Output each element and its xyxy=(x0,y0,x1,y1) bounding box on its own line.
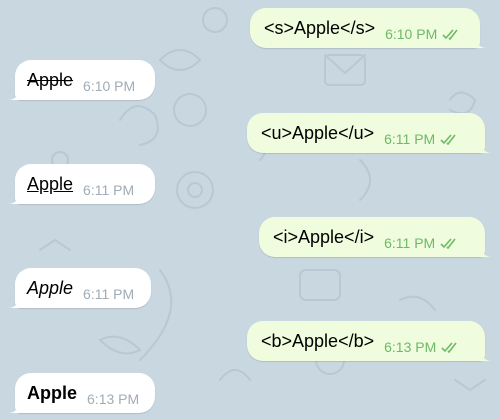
message-text: <u>Apple</u> xyxy=(261,122,375,143)
message-time: 6:11 PM xyxy=(83,182,135,198)
message-incoming[interactable]: Apple 6:11 PM xyxy=(8,268,151,308)
message-bubble[interactable]: <u>Apple</u> 6:11 PM xyxy=(247,113,492,153)
bubble-tail xyxy=(8,401,20,413)
message-time: 6:13 PM xyxy=(384,339,437,355)
double-check-icon xyxy=(440,133,456,145)
message-bubble[interactable]: <b>Apple</b> 6:13 PM xyxy=(247,321,492,361)
bubble-tail xyxy=(480,141,492,153)
double-check-icon xyxy=(442,28,458,40)
message-time: 6:13 PM xyxy=(87,391,140,407)
message-text: <b>Apple</b> xyxy=(261,330,375,351)
message-time: 6:11 PM xyxy=(384,235,436,251)
message-bubble[interactable]: <i>Apple</i> 6:11 PM xyxy=(259,217,492,257)
message-incoming[interactable]: Apple 6:11 PM xyxy=(8,164,155,204)
message-bubble[interactable]: <s>Apple</s> 6:10 PM xyxy=(250,8,487,48)
message-time: 6:10 PM xyxy=(385,26,438,42)
message-text: Apple xyxy=(27,173,74,194)
double-check-icon xyxy=(440,237,456,249)
message-outgoing[interactable]: <s>Apple</s> 6:10 PM xyxy=(250,8,487,48)
message-outgoing[interactable]: <b>Apple</b> 6:13 PM xyxy=(247,321,492,361)
bubble-tail xyxy=(8,296,20,308)
message-bubble[interactable]: Apple 6:10 PM xyxy=(8,60,155,100)
message-text: Apple xyxy=(27,69,74,90)
message-time: 6:11 PM xyxy=(83,286,135,302)
message-incoming[interactable]: Apple 6:13 PM xyxy=(8,373,155,413)
bubble-tail xyxy=(8,88,20,100)
message-text: <i>Apple</i> xyxy=(273,226,375,247)
bubble-tail xyxy=(8,192,20,204)
message-bubble[interactable]: Apple 6:13 PM xyxy=(8,373,155,413)
message-time: 6:11 PM xyxy=(384,131,436,147)
message-incoming[interactable]: Apple 6:10 PM xyxy=(8,60,155,100)
message-outgoing[interactable]: <i>Apple</i> 6:11 PM xyxy=(259,217,492,257)
message-bubble[interactable]: Apple 6:11 PM xyxy=(8,164,155,204)
bubble-tail xyxy=(480,349,492,361)
bubble-tail xyxy=(480,245,492,257)
message-text: Apple xyxy=(27,382,78,403)
message-text: <s>Apple</s> xyxy=(264,17,376,38)
message-text: Apple xyxy=(27,277,74,298)
message-bubble[interactable]: Apple 6:11 PM xyxy=(8,268,151,308)
double-check-icon xyxy=(441,341,457,353)
message-outgoing[interactable]: <u>Apple</u> 6:11 PM xyxy=(247,113,492,153)
message-time: 6:10 PM xyxy=(83,78,136,94)
bubble-tail xyxy=(475,36,487,48)
